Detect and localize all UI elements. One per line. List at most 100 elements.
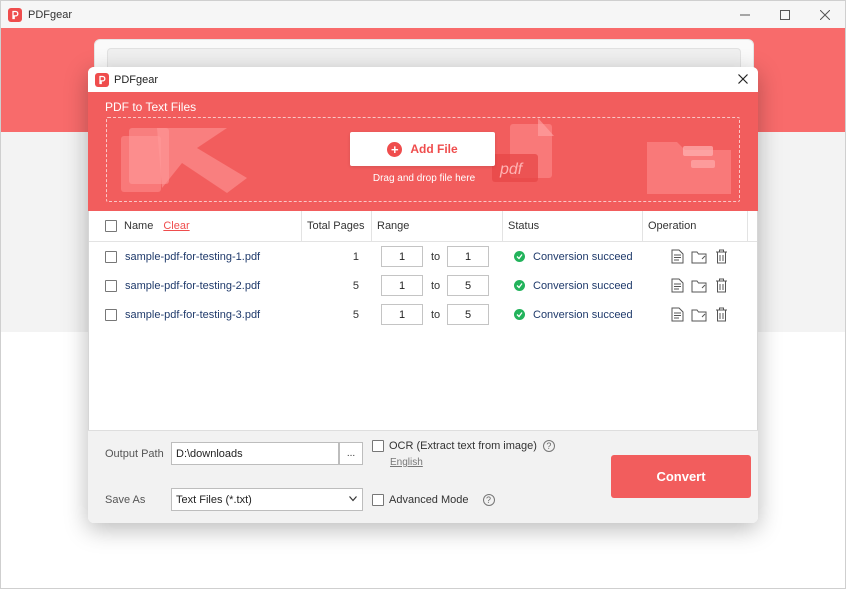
range-from-input[interactable]: 1 <box>381 246 423 267</box>
conversion-banner: PDF to Text Files pdf + Add File Drag an… <box>88 92 758 211</box>
status-text: Conversion succeed <box>533 250 633 263</box>
operation-cell <box>669 242 729 271</box>
header-total-pages: Total Pages <box>307 220 365 232</box>
pdf-to-text-dialog: PDFgear PDF to Text Files pdf + Add File… <box>88 67 758 523</box>
select-all-checkbox[interactable] <box>105 220 117 232</box>
minimize-button[interactable] <box>725 1 765 28</box>
header-name-cell: Name Clear <box>105 211 190 241</box>
options-footer: Output Path D:\downloads ... Save As Tex… <box>88 430 758 523</box>
table-row: sample-pdf-for-testing-2.pdf 5 1 to 5 Co… <box>89 271 757 300</box>
add-file-label: Add File <box>410 142 458 156</box>
header-operation: Operation <box>648 220 697 232</box>
range-to-input[interactable]: 1 <box>447 246 489 267</box>
total-pages: 5 <box>352 308 359 321</box>
range-from-cell: 1 <box>381 271 423 300</box>
ocr-language-link[interactable]: English <box>390 457 423 468</box>
close-window-button[interactable] <box>805 1 845 28</box>
column-divider <box>502 211 503 241</box>
clear-link[interactable]: Clear <box>163 220 189 232</box>
range-to-input[interactable]: 5 <box>447 275 489 296</box>
file-table: Name Clear Total Pages Range Status Oper… <box>88 211 758 430</box>
file-dropzone[interactable]: pdf + Add File Drag and drop file here <box>106 117 740 202</box>
table-row: sample-pdf-for-testing-3.pdf 5 1 to 5 Co… <box>89 300 757 329</box>
dialog-close-button[interactable] <box>734 70 752 88</box>
add-file-button[interactable]: + Add File <box>350 132 495 166</box>
app-logo-icon <box>8 7 22 22</box>
advanced-mode-option: Advanced Mode ? <box>372 494 495 506</box>
close-icon <box>738 74 748 84</box>
arrow-decoration-icon <box>121 128 247 193</box>
row-checkbox[interactable] <box>105 279 117 292</box>
total-pages: 5 <box>352 279 359 292</box>
save-as-select[interactable]: Text Files (*.txt) <box>171 488 363 511</box>
ocr-help-icon[interactable]: ? <box>542 440 555 452</box>
open-folder-icon[interactable] <box>691 278 707 294</box>
open-file-icon[interactable] <box>669 307 685 323</box>
advanced-mode-checkbox[interactable] <box>372 494 384 506</box>
open-folder-icon[interactable] <box>691 307 707 323</box>
main-titlebar: PDFgear <box>1 1 845 28</box>
row-checkbox[interactable] <box>105 308 117 321</box>
open-file-icon[interactable] <box>669 249 685 265</box>
dialog-title: PDFgear <box>114 73 159 86</box>
open-folder-icon[interactable] <box>691 249 707 265</box>
file-name[interactable]: sample-pdf-for-testing-3.pdf <box>125 300 260 329</box>
status-text: Conversion succeed <box>533 308 633 321</box>
range-to-cell: 5 <box>447 300 489 329</box>
save-as-value: Text Files (*.txt) <box>176 493 252 506</box>
output-path-label: Output Path <box>105 448 164 460</box>
column-divider <box>747 211 748 241</box>
row-checkbox-cell <box>105 271 117 300</box>
row-checkbox[interactable] <box>105 250 117 263</box>
plus-circle-icon: + <box>387 141 403 157</box>
advanced-help-icon[interactable]: ? <box>482 494 495 506</box>
close-icon <box>820 9 830 20</box>
total-pages: 1 <box>352 250 359 263</box>
row-checkbox-cell <box>105 242 117 271</box>
app-title: PDFgear <box>28 8 73 21</box>
pdf-document-decoration-icon: pdf <box>492 118 554 182</box>
advanced-mode-label: Advanced Mode <box>389 494 469 506</box>
table-row: sample-pdf-for-testing-1.pdf 1 1 to 1 Co… <box>89 242 757 271</box>
header-range: Range <box>377 220 410 232</box>
open-file-icon[interactable] <box>669 278 685 294</box>
check-circle-icon <box>514 309 525 320</box>
output-path-input[interactable]: D:\downloads <box>171 442 339 465</box>
range-to-label: to <box>431 308 441 321</box>
delete-icon[interactable] <box>713 278 729 294</box>
banner-title: PDF to Text Files <box>105 100 197 114</box>
ocr-option: OCR (Extract text from image) ? <box>372 440 555 452</box>
dialog-logo-icon <box>95 72 109 87</box>
drag-drop-hint: Drag and drop file here <box>372 173 476 184</box>
range-to-cell: 1 <box>447 242 489 271</box>
range-to-cell: 5 <box>447 271 489 300</box>
range-from-input[interactable]: 1 <box>381 304 423 325</box>
file-name[interactable]: sample-pdf-for-testing-2.pdf <box>125 271 260 300</box>
header-status: Status <box>508 220 540 232</box>
maximize-button[interactable] <box>765 1 805 28</box>
dialog-titlebar: PDFgear <box>88 67 758 92</box>
status-cell: Conversion succeed <box>514 242 633 271</box>
check-circle-icon <box>514 280 525 291</box>
save-as-label: Save As <box>105 494 146 506</box>
status-cell: Conversion succeed <box>514 300 633 329</box>
minimize-icon <box>740 14 750 15</box>
file-name[interactable]: sample-pdf-for-testing-1.pdf <box>125 242 260 271</box>
ocr-label: OCR (Extract text from image) <box>389 440 537 452</box>
ocr-checkbox[interactable] <box>372 440 384 452</box>
window-controls <box>725 1 845 28</box>
operation-cell <box>669 271 729 300</box>
column-divider <box>642 211 643 241</box>
column-divider <box>301 211 302 241</box>
range-to-label: to <box>431 250 441 263</box>
status-cell: Conversion succeed <box>514 271 633 300</box>
table-header: Name Clear Total Pages Range Status Oper… <box>89 211 757 242</box>
delete-icon[interactable] <box>713 249 729 265</box>
range-to-label: to <box>431 279 441 292</box>
browse-button[interactable]: ... <box>339 442 363 465</box>
range-to-input[interactable]: 5 <box>447 304 489 325</box>
range-from-input[interactable]: 1 <box>381 275 423 296</box>
delete-icon[interactable] <box>713 307 729 323</box>
convert-button[interactable]: Convert <box>611 455 751 498</box>
operation-cell <box>669 300 729 329</box>
